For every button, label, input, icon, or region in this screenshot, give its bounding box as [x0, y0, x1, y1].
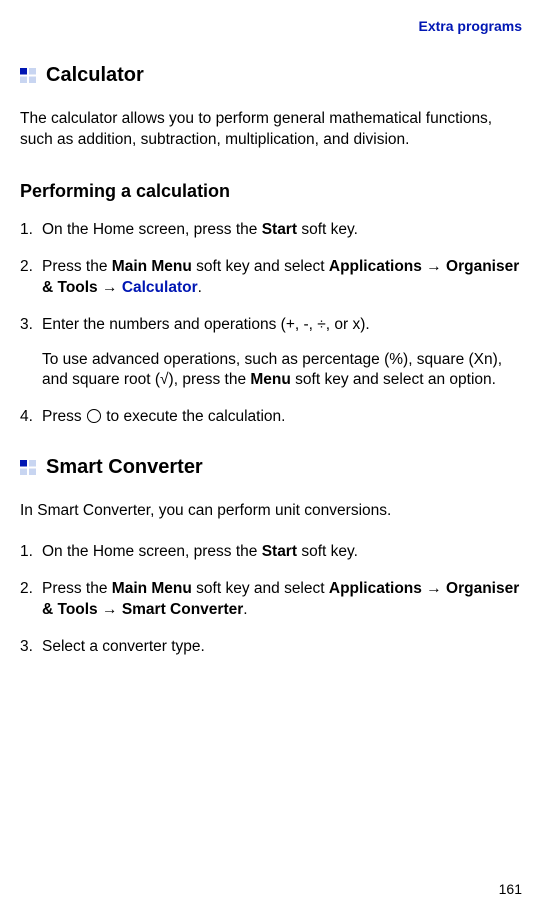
step-text: On the Home screen, press the [42, 221, 262, 238]
step-2: 2. Press the Main Menu soft key and sele… [20, 257, 524, 299]
step-body: On the Home screen, press the Start soft… [42, 220, 524, 241]
step-text: soft key. [297, 543, 358, 560]
step-arrow: → [422, 580, 446, 597]
section-squares-icon [20, 460, 36, 475]
step-bold: Start [262, 543, 297, 560]
step-text: Enter the numbers and operations (+, -, … [42, 316, 370, 333]
step-text: soft key and select an option. [291, 371, 496, 388]
smart-converter-intro: In Smart Converter, you can perform unit… [20, 501, 524, 522]
step-text: On the Home screen, press the [42, 543, 262, 560]
step-num: 2. [20, 257, 42, 299]
step-text: Press the [42, 258, 112, 275]
step-body: Press the Main Menu soft key and select … [42, 257, 524, 299]
section-head-smart-converter: Smart Converter [20, 456, 524, 479]
step-subpara: To use advanced operations, such as perc… [42, 350, 524, 392]
step-text: Press the [42, 580, 112, 597]
calculator-link: Calculator [122, 279, 198, 296]
ok-circle-icon [87, 409, 101, 423]
step-text: soft key and select [192, 580, 329, 597]
page-number: 161 [499, 881, 522, 897]
step-text: Press [42, 408, 86, 425]
step-4: 4. Press to execute the calculation. [20, 407, 524, 428]
step-bold: Main Menu [112, 580, 192, 597]
step-text: soft key. [297, 221, 358, 238]
step-text: . [198, 279, 202, 296]
step-body: Enter the numbers and operations (+, -, … [42, 315, 524, 392]
step-bold: Applications [329, 580, 422, 597]
step-bold: Smart Converter [122, 601, 243, 618]
section-title-smart-converter: Smart Converter [46, 456, 203, 479]
step-body: Press to execute the calculation. [42, 407, 524, 428]
calculator-steps: 1. On the Home screen, press the Start s… [20, 220, 524, 428]
step-3: 3. Select a converter type. [20, 637, 524, 658]
step-num: 3. [20, 315, 42, 392]
step-text: soft key and select [192, 258, 329, 275]
step-text: . [243, 601, 247, 618]
step-num: 1. [20, 542, 42, 563]
step-arrow: → [98, 601, 122, 618]
step-2: 2. Press the Main Menu soft key and sele… [20, 579, 524, 621]
step-bold: Menu [250, 371, 290, 388]
step-text: to execute the calculation. [102, 408, 286, 425]
step-num: 1. [20, 220, 42, 241]
step-bold: Start [262, 221, 297, 238]
step-num: 2. [20, 579, 42, 621]
step-text: Select a converter type. [42, 638, 205, 655]
step-num: 3. [20, 637, 42, 658]
step-arrow: → [422, 258, 446, 275]
step-body: Press the Main Menu soft key and select … [42, 579, 524, 621]
smart-converter-steps: 1. On the Home screen, press the Start s… [20, 542, 524, 658]
calculator-subhead: Performing a calculation [20, 181, 524, 202]
step-body: Select a converter type. [42, 637, 524, 658]
step-1: 1. On the Home screen, press the Start s… [20, 220, 524, 241]
step-num: 4. [20, 407, 42, 428]
section-head-calculator: Calculator [20, 64, 524, 87]
step-arrow: → [98, 279, 122, 296]
header-label: Extra programs [20, 0, 524, 34]
step-bold: Main Menu [112, 258, 192, 275]
step-1: 1. On the Home screen, press the Start s… [20, 542, 524, 563]
section-title-calculator: Calculator [46, 64, 144, 87]
calculator-intro: The calculator allows you to perform gen… [20, 109, 524, 151]
step-3: 3. Enter the numbers and operations (+, … [20, 315, 524, 392]
step-bold: Applications [329, 258, 422, 275]
section-squares-icon [20, 68, 36, 83]
step-body: On the Home screen, press the Start soft… [42, 542, 524, 563]
